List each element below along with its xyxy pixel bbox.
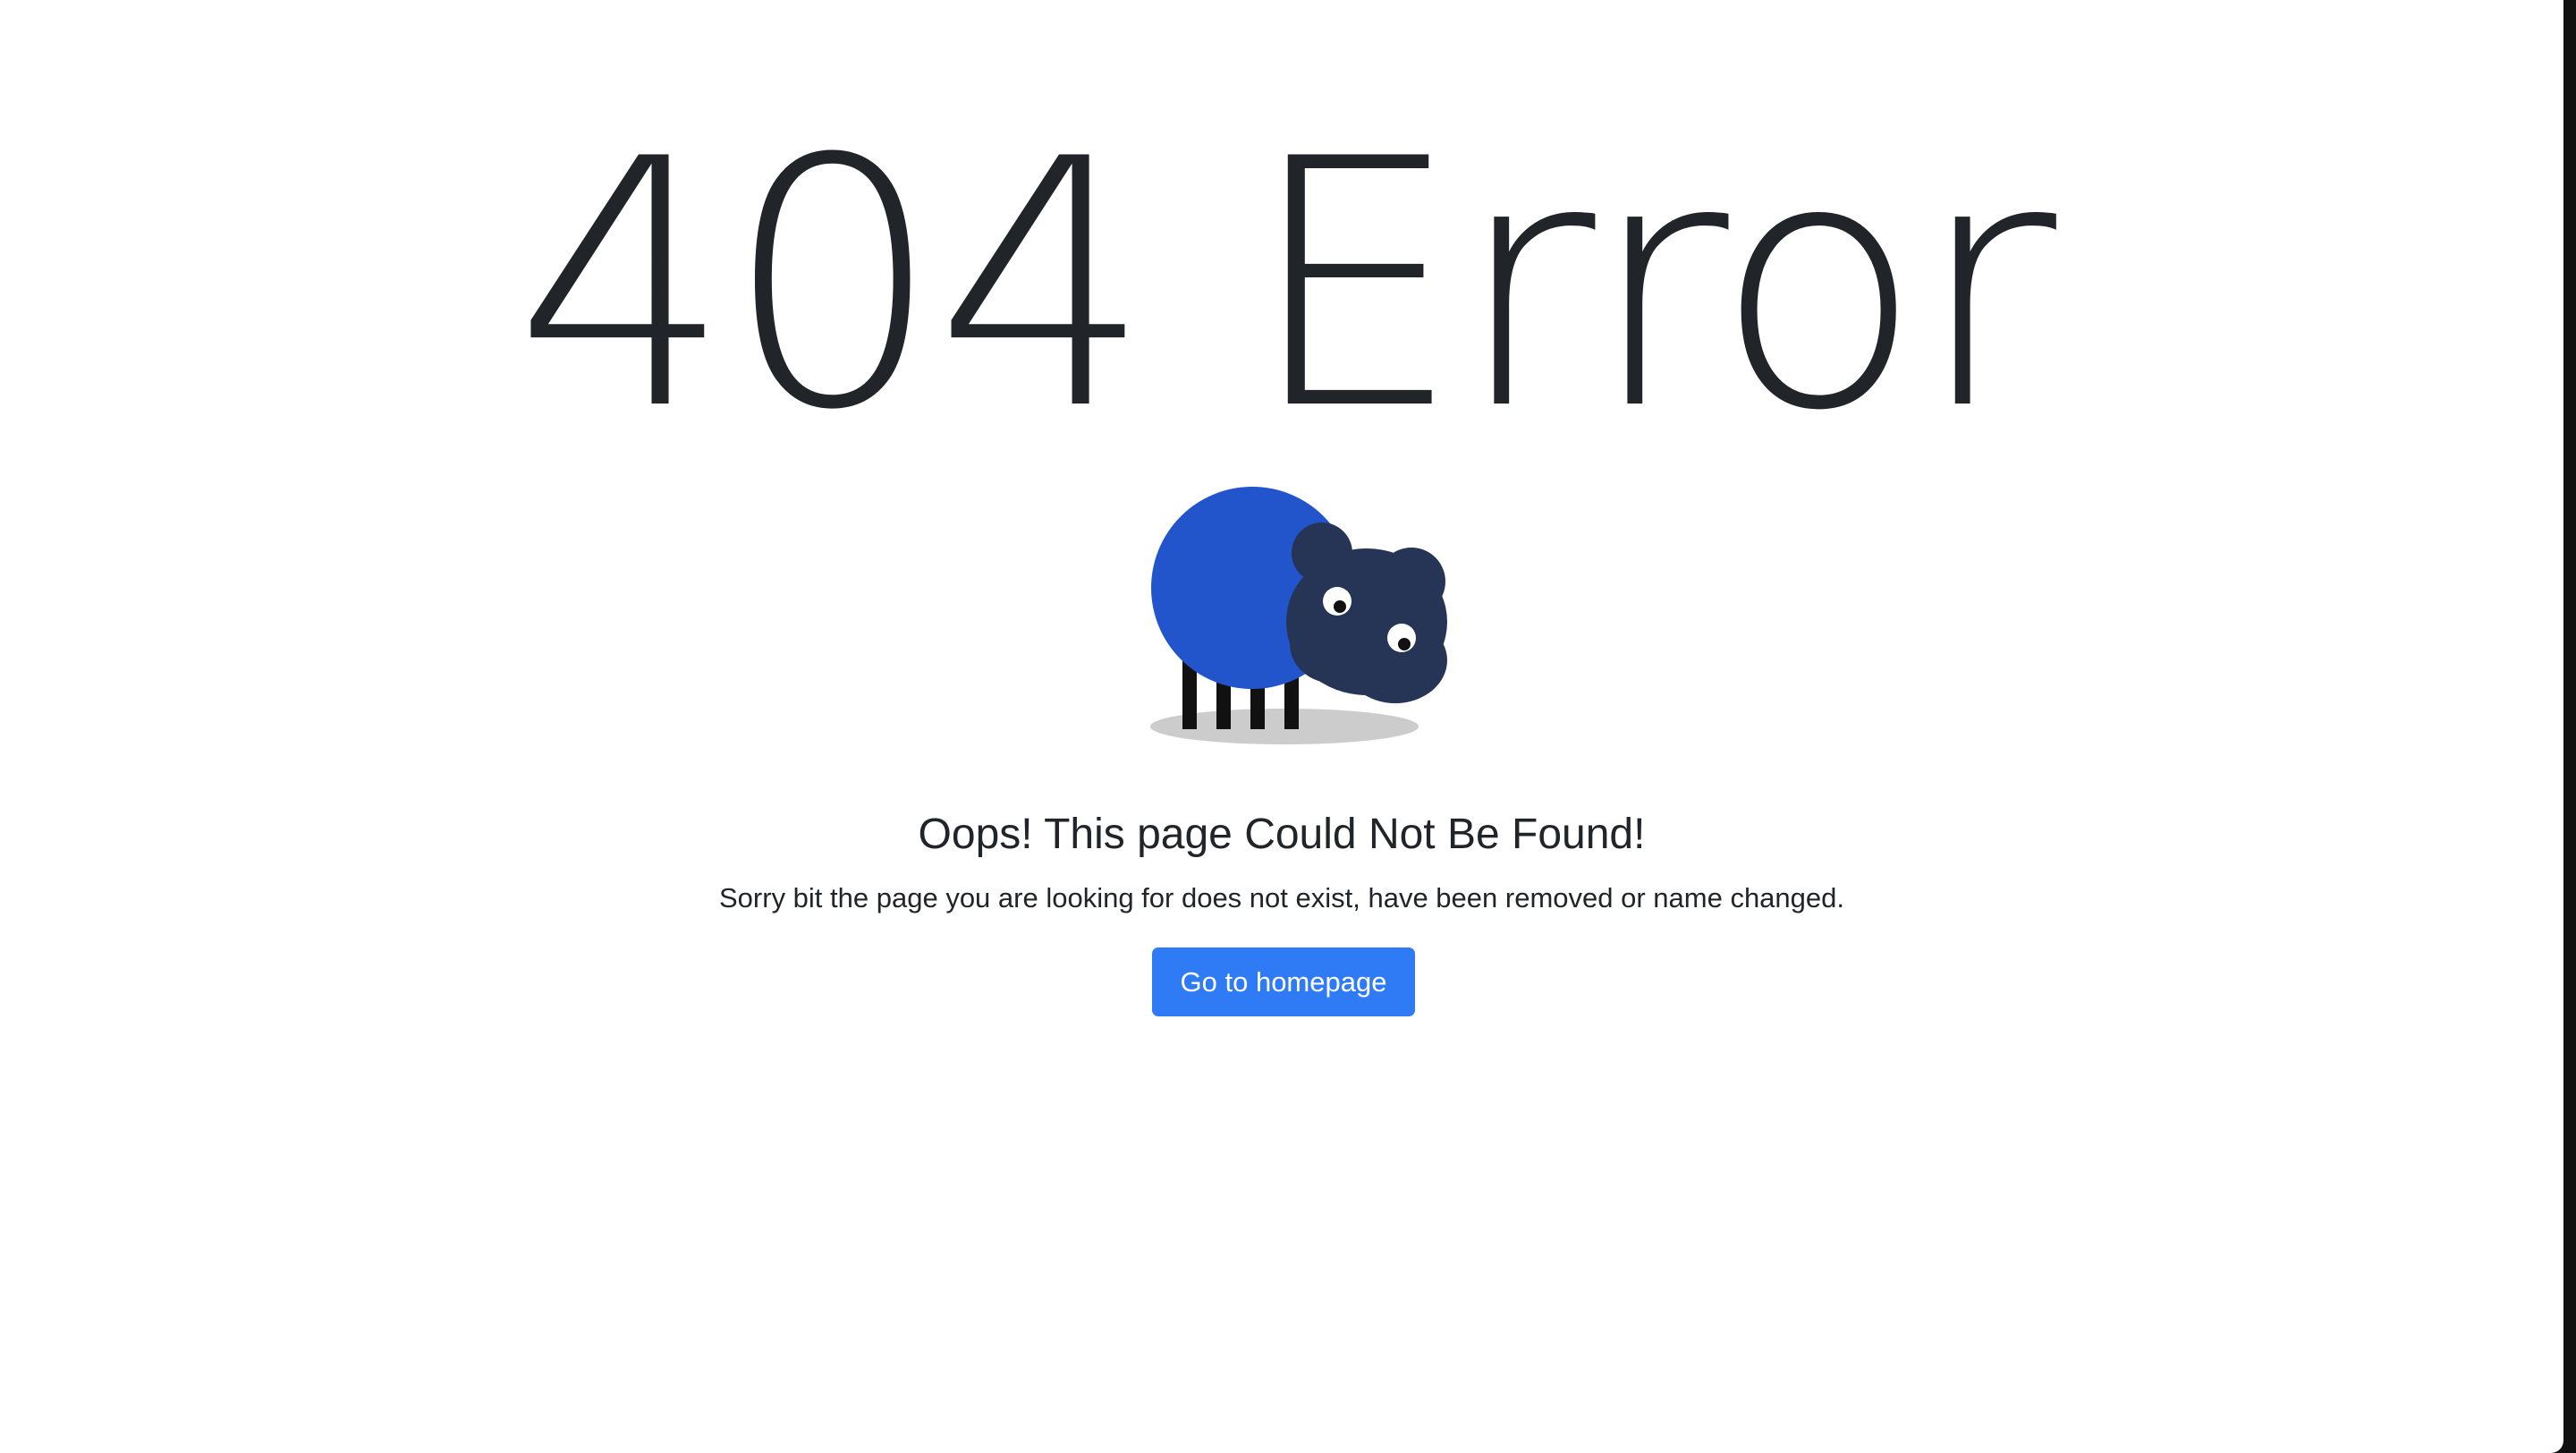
error-message: Sorry bit the page you are looking for d… [719, 882, 1844, 913]
page-window: 404 Error Oops! This page Could Not Be F… [0, 0, 2563, 1453]
window-edge [2563, 0, 2576, 1453]
error-heading: Oops! This page Could Not Be Found! [918, 811, 1646, 858]
error-code-title: 404 Error [513, 87, 2056, 485]
go-to-homepage-button[interactable]: Go to homepage [1152, 947, 1415, 1016]
sheep-svg [1150, 487, 1447, 744]
sheep-illustration [1127, 465, 1485, 760]
sheep-head [1286, 523, 1447, 703]
